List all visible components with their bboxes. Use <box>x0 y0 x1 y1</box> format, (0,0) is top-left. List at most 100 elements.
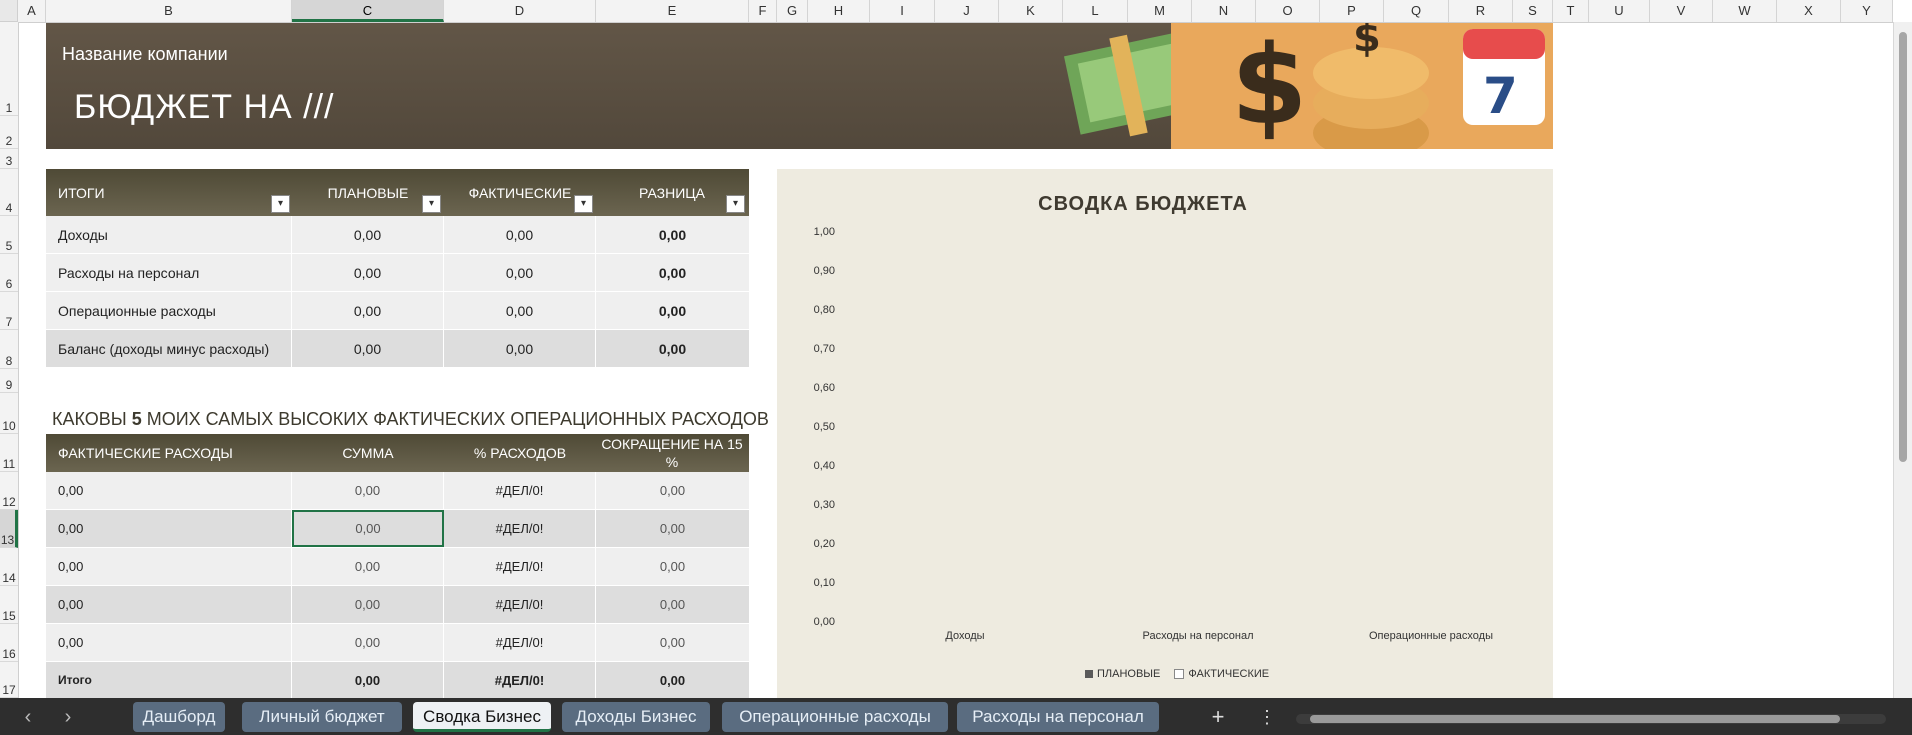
top5-total-label[interactable]: Итого <box>46 662 292 698</box>
row-header[interactable]: 15 <box>0 586 18 624</box>
horizontal-scroll-thumb[interactable] <box>1310 715 1840 723</box>
column-header[interactable]: E <box>596 0 749 22</box>
top5-cell-cut[interactable]: 0,00 <box>596 548 749 585</box>
totals-cell-label[interactable]: Доходы <box>46 216 292 253</box>
row-header[interactable]: 4 <box>0 169 18 216</box>
column-header[interactable]: F <box>749 0 777 22</box>
top5-total-sum[interactable]: 0,00 <box>292 662 444 698</box>
row-header[interactable]: 3 <box>0 149 18 169</box>
column-header[interactable]: S <box>1513 0 1553 22</box>
row-header[interactable]: 1 <box>0 22 18 116</box>
budget-chart[interactable] <box>777 169 1553 698</box>
column-header[interactable]: Q <box>1384 0 1449 22</box>
totals-cell-diff[interactable]: 0,00 <box>596 216 749 253</box>
top5-cell-pct[interactable]: #ДЕЛ/0! <box>444 548 596 585</box>
sheet-tab[interactable]: Личный бюджет <box>242 702 402 732</box>
totals-cell-diff[interactable]: 0,00 <box>596 254 749 291</box>
column-header[interactable]: P <box>1320 0 1384 22</box>
sheet-tab[interactable]: Дашборд <box>133 702 225 732</box>
plus-icon[interactable]: + <box>1206 702 1230 732</box>
column-header[interactable]: X <box>1777 0 1841 22</box>
row-header[interactable]: 17 <box>0 662 18 698</box>
column-header[interactable]: M <box>1128 0 1192 22</box>
row-header[interactable]: 16 <box>0 624 18 662</box>
top5-cell-pct[interactable]: #ДЕЛ/0! <box>444 510 596 547</box>
column-header[interactable]: C <box>292 0 444 22</box>
top5-cell-pct[interactable]: #ДЕЛ/0! <box>444 624 596 661</box>
totals-cell-actual[interactable]: 0,00 <box>444 330 596 367</box>
row-header[interactable]: 7 <box>0 292 18 330</box>
top5-total-cut[interactable]: 0,00 <box>596 662 749 698</box>
column-header[interactable]: U <box>1589 0 1650 22</box>
top5-cell-label[interactable]: 0,00 <box>46 624 292 661</box>
chevron-left-icon[interactable]: ‹ <box>18 702 38 732</box>
row-header[interactable]: 14 <box>0 548 18 586</box>
totals-cell-actual[interactable]: 0,00 <box>444 292 596 329</box>
column-header[interactable]: G <box>777 0 808 22</box>
top5-cell-sum[interactable]: 0,00 <box>292 548 444 585</box>
top5-cell-label[interactable]: 0,00 <box>46 510 292 547</box>
row-header[interactable]: 13 <box>0 510 18 548</box>
top5-total-pct[interactable]: #ДЕЛ/0! <box>444 662 596 698</box>
vertical-scroll-thumb[interactable] <box>1899 32 1907 462</box>
column-header[interactable]: L <box>1063 0 1128 22</box>
column-header[interactable]: T <box>1553 0 1589 22</box>
filter-dropdown-icon[interactable]: ▾ <box>422 195 441 213</box>
horizontal-scrollbar[interactable] <box>1296 714 1886 724</box>
column-header[interactable]: Y <box>1841 0 1893 22</box>
totals-cell-diff[interactable]: 0,00 <box>596 330 749 367</box>
top5-cell-cut[interactable]: 0,00 <box>596 624 749 661</box>
row-header[interactable]: 9 <box>0 369 18 393</box>
column-header[interactable]: O <box>1256 0 1320 22</box>
sheet-tab[interactable]: Сводка Бизнес <box>413 702 551 732</box>
top5-cell-pct[interactable]: #ДЕЛ/0! <box>444 472 596 509</box>
chevron-right-icon[interactable]: › <box>58 702 78 732</box>
top5-cell-label[interactable]: 0,00 <box>46 586 292 623</box>
top5-cell-cut[interactable]: 0,00 <box>596 510 749 547</box>
totals-cell-diff[interactable]: 0,00 <box>596 292 749 329</box>
row-header[interactable]: 10 <box>0 393 18 434</box>
totals-cell-actual[interactable]: 0,00 <box>444 254 596 291</box>
totals-cell-label[interactable]: Операционные расходы <box>46 292 292 329</box>
select-all-corner[interactable] <box>0 0 18 22</box>
top5-cell-sum[interactable]: 0,00 <box>292 472 444 509</box>
totals-cell-label[interactable]: Расходы на персонал <box>46 254 292 291</box>
column-header[interactable]: I <box>870 0 935 22</box>
top5-cell-label[interactable]: 0,00 <box>46 472 292 509</box>
top5-cell-cut[interactable]: 0,00 <box>596 586 749 623</box>
totals-cell-label[interactable]: Баланс (доходы минус расходы) <box>46 330 292 367</box>
row-header[interactable]: 12 <box>0 472 18 510</box>
totals-cell-planned[interactable]: 0,00 <box>292 216 444 253</box>
top5-cell-label[interactable]: 0,00 <box>46 548 292 585</box>
column-header[interactable]: V <box>1650 0 1713 22</box>
column-header[interactable]: B <box>46 0 292 22</box>
top5-cell-sum[interactable]: 0,00 <box>292 586 444 623</box>
top5-cell-sum[interactable]: 0,00 <box>292 510 444 547</box>
column-header[interactable]: H <box>808 0 870 22</box>
column-header[interactable]: W <box>1713 0 1777 22</box>
row-header[interactable]: 8 <box>0 330 18 369</box>
sheet-tab[interactable]: Доходы Бизнес <box>562 702 710 732</box>
more-vertical-icon[interactable]: ⋮ <box>1258 702 1276 732</box>
sheet-tab[interactable]: Операционные расходы <box>722 702 948 732</box>
column-header[interactable]: J <box>935 0 999 22</box>
totals-cell-planned[interactable]: 0,00 <box>292 254 444 291</box>
row-header[interactable]: 2 <box>0 116 18 149</box>
sheet-tab[interactable]: Расходы на персонал <box>957 702 1159 732</box>
column-header[interactable]: K <box>999 0 1063 22</box>
column-header[interactable]: N <box>1192 0 1256 22</box>
row-header[interactable]: 6 <box>0 254 18 292</box>
column-header[interactable]: D <box>444 0 596 22</box>
top5-cell-cut[interactable]: 0,00 <box>596 472 749 509</box>
totals-cell-planned[interactable]: 0,00 <box>292 292 444 329</box>
filter-dropdown-icon[interactable]: ▾ <box>726 195 745 213</box>
totals-cell-planned[interactable]: 0,00 <box>292 330 444 367</box>
column-header[interactable]: A <box>18 0 46 22</box>
top5-cell-sum[interactable]: 0,00 <box>292 624 444 661</box>
column-header[interactable]: R <box>1449 0 1513 22</box>
vertical-scrollbar[interactable] <box>1893 22 1912 698</box>
row-header[interactable]: 11 <box>0 434 18 472</box>
row-header[interactable]: 5 <box>0 216 18 254</box>
filter-dropdown-icon[interactable]: ▾ <box>271 195 290 213</box>
filter-dropdown-icon[interactable]: ▾ <box>574 195 593 213</box>
